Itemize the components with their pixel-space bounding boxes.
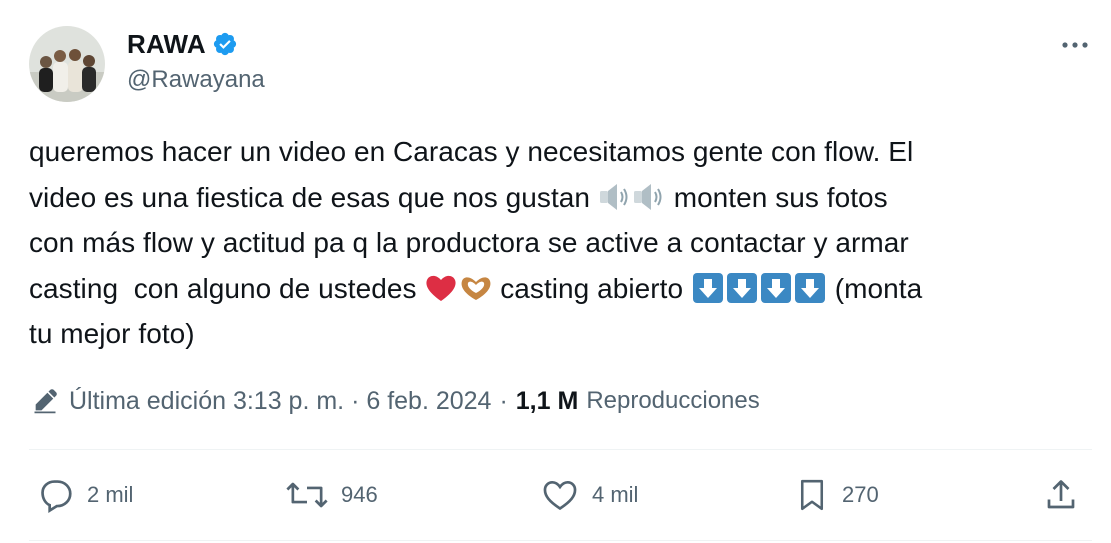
down-arrow-emoji [759, 272, 793, 304]
like-count: 4 mil [592, 482, 639, 507]
heart-hands-emoji [458, 272, 492, 304]
repost-count: 946 [341, 482, 378, 507]
repost-button[interactable]: 946 [285, 470, 378, 520]
share-button[interactable] [1043, 470, 1079, 520]
bookmark-count: 270 [842, 482, 879, 507]
speaker-loud-emoji [598, 181, 632, 213]
divider-bottom [29, 540, 1092, 541]
red-heart-emoji [424, 272, 458, 304]
down-arrow-emoji [725, 272, 759, 304]
divider-top [29, 449, 1092, 450]
down-arrow-emoji [691, 272, 725, 304]
tweet-text: queremos hacer un video en Caracas y nec… [29, 129, 1094, 357]
bookmark-button[interactable]: 270 [794, 470, 879, 520]
reply-button[interactable]: 2 mil [37, 470, 133, 520]
tweet-card: RAWA @Rawayana queremos hacer un video e… [0, 0, 1111, 543]
author-name[interactable]: RAWA [127, 29, 206, 60]
author-handle[interactable]: @Rawayana [127, 66, 265, 94]
down-arrow-emoji [793, 272, 827, 304]
reply-icon [41, 480, 72, 513]
pencil-edit-icon [31, 387, 59, 415]
bookmark-icon [800, 479, 824, 511]
tweet-actions: 2 mil 946 4 mil 270 [29, 470, 1094, 520]
views-label: Reproducciones [586, 387, 760, 414]
avatar-image [29, 26, 105, 102]
heart-icon [543, 480, 577, 511]
more-options-button[interactable] [1055, 30, 1095, 60]
share-icon [1047, 480, 1075, 509]
views-count: 1,1 M [515, 386, 579, 415]
author-name-row: RAWA [127, 27, 238, 61]
edit-history-link[interactable]: Última edición 3:13 p. m. · 6 feb. 2024 [69, 387, 491, 416]
reply-count: 2 mil [87, 482, 134, 507]
more-dots-icon [1062, 42, 1088, 48]
repost-icon [286, 482, 328, 508]
meta-separator: · [499, 386, 508, 415]
avatar[interactable] [29, 26, 105, 102]
tweet-meta: Última edición 3:13 p. m. · 6 feb. 2024 … [31, 383, 760, 419]
like-button[interactable]: 4 mil [540, 470, 638, 520]
tweet-text-part: casting abierto [492, 272, 691, 304]
speaker-loud-emoji [632, 181, 666, 213]
verified-badge-icon[interactable] [212, 31, 238, 57]
